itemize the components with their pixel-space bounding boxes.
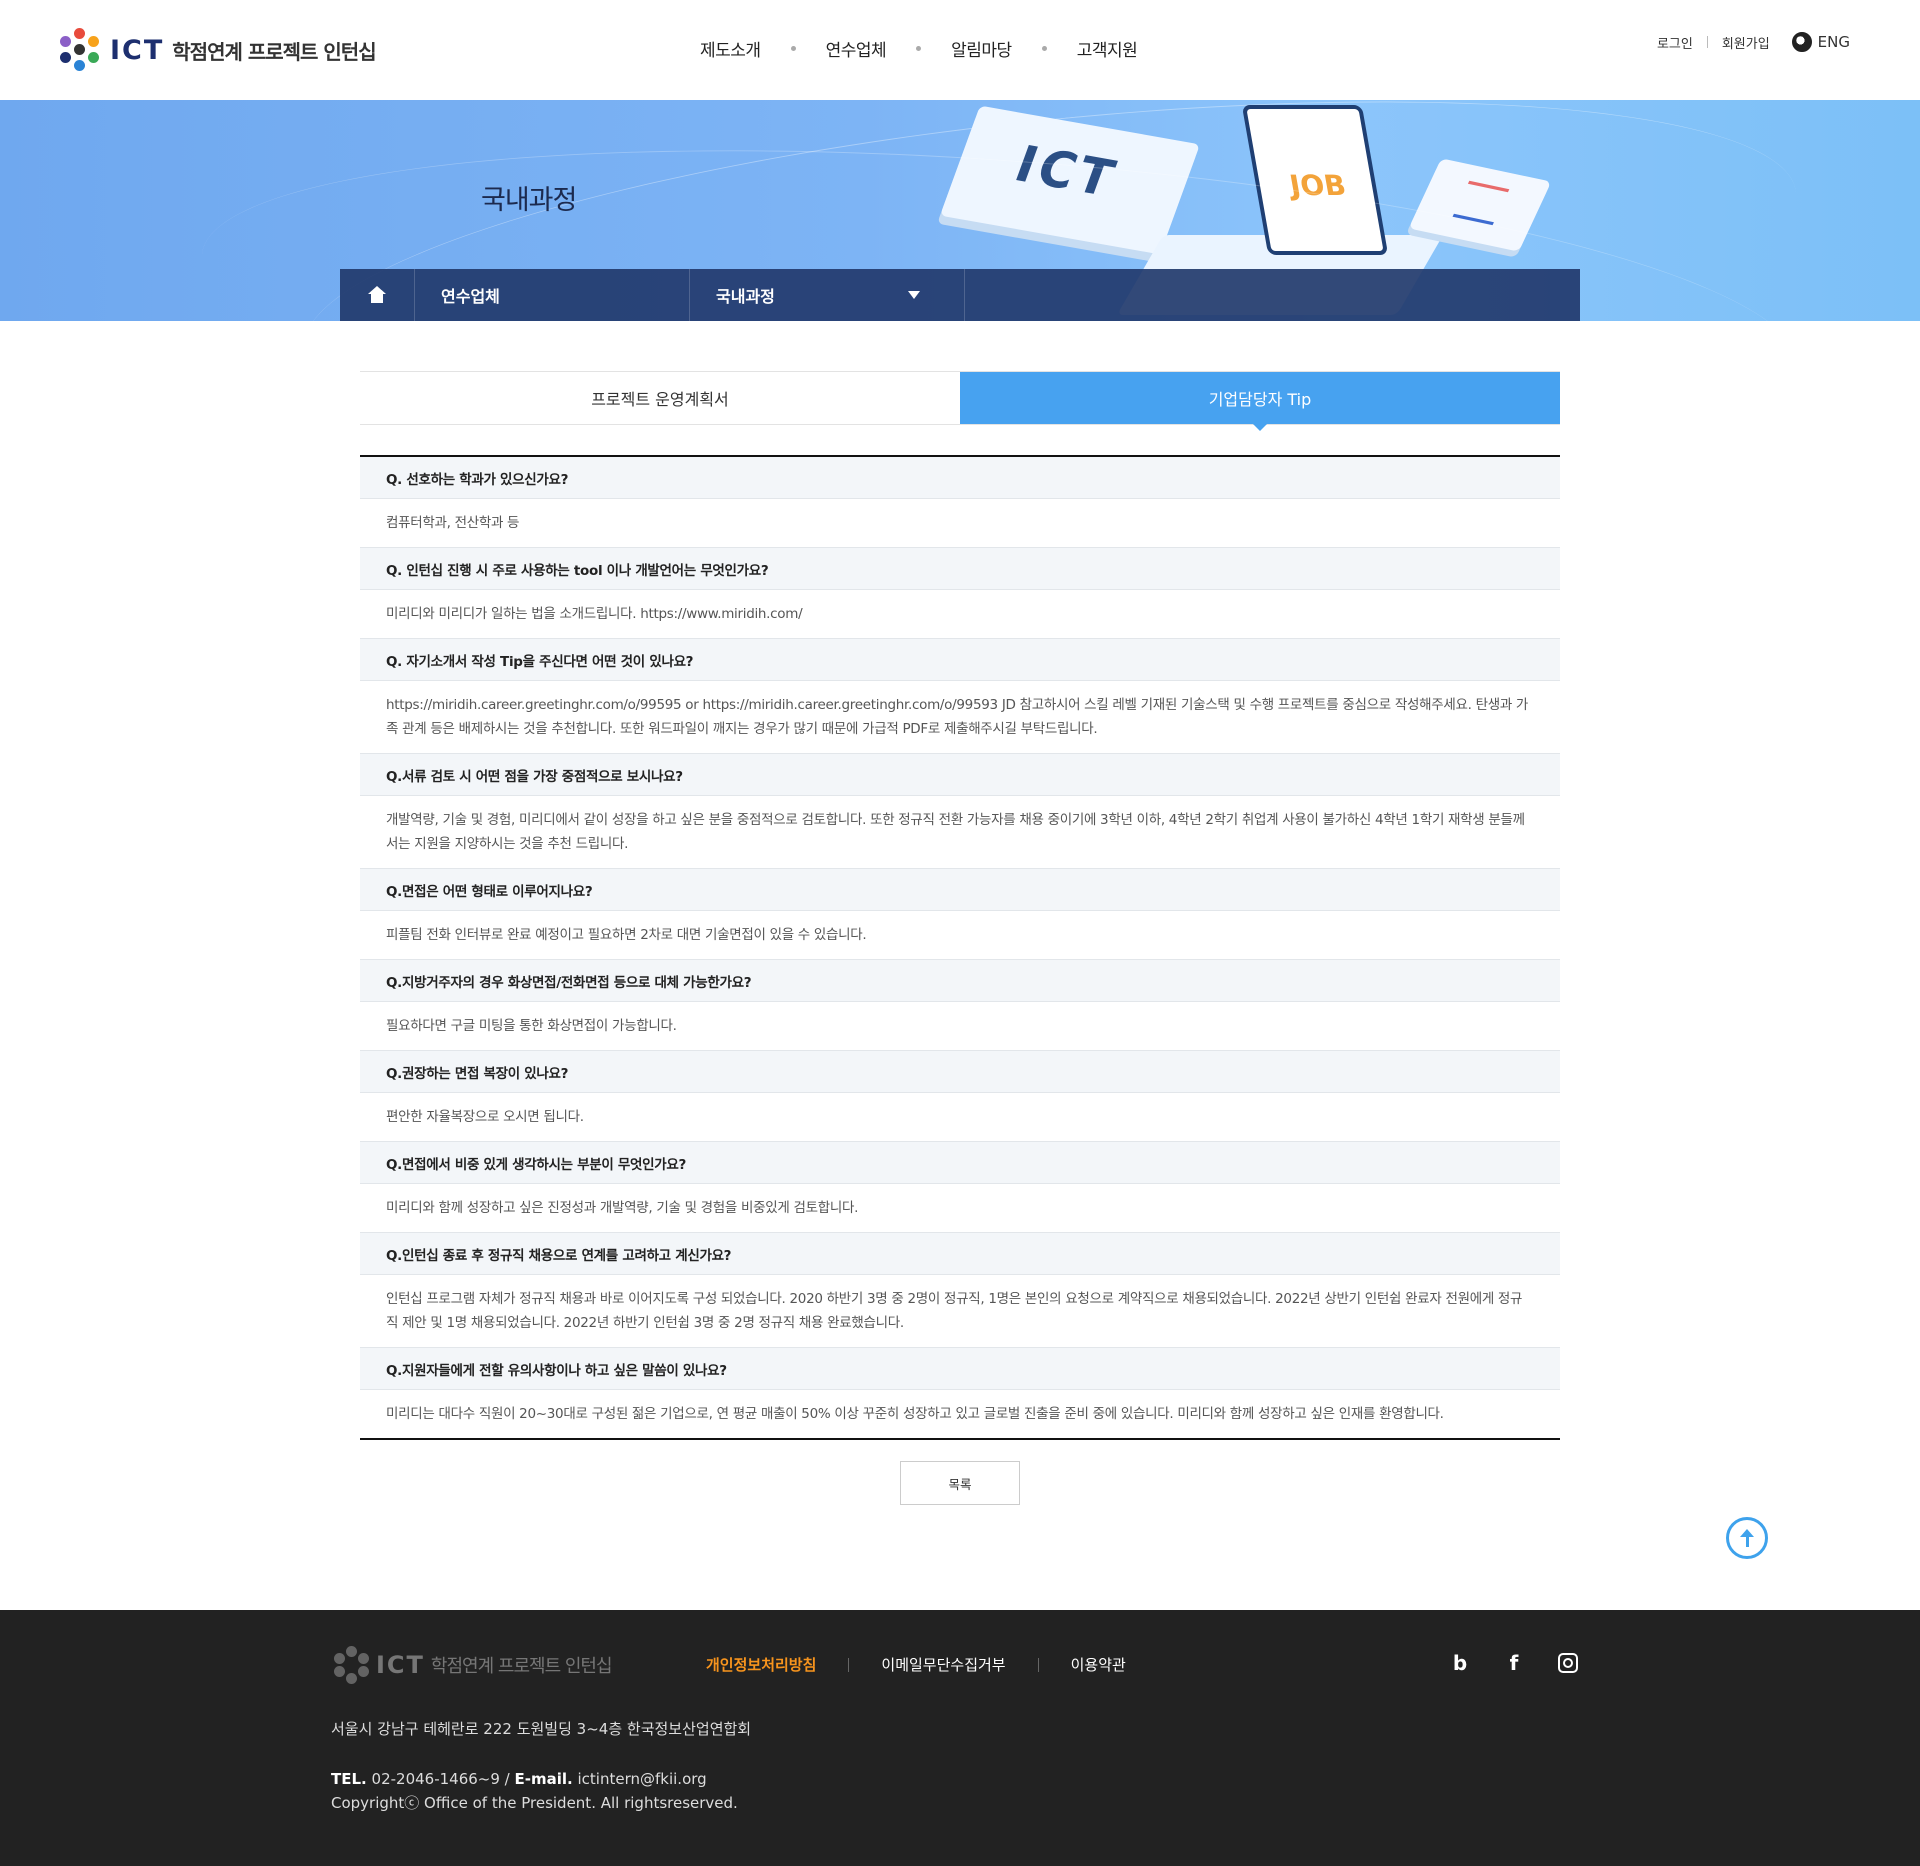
faq-answer: 개발역량, 기술 및 경험, 미리디에서 같이 성장을 하고 싶은 분을 중점적…	[360, 796, 1560, 869]
facebook-icon[interactable]: f	[1504, 1653, 1524, 1673]
faq-question: Q. 자기소개서 작성 Tip을 주신다면 어떤 것이 있나요?	[360, 639, 1560, 681]
faq-question: Q.면접은 어떤 형태로 이루어지나요?	[360, 869, 1560, 911]
faq-question: Q.인턴십 종료 후 정규직 채용으로 연계를 고려하고 계신가요?	[360, 1233, 1560, 1275]
breadcrumb-home[interactable]	[340, 269, 415, 321]
faq-answer: 인턴십 프로그램 자체가 정규직 채용과 바로 이어지도록 구성 되었습니다. …	[360, 1275, 1560, 1348]
footer-link-terms[interactable]: 이용약관	[1071, 1654, 1126, 1675]
nav-item-system[interactable]: 제도소개	[700, 36, 761, 61]
utility-menu: 로그인 회원가입 ENG	[1657, 32, 1850, 52]
laptop-illustration: JOB	[1241, 105, 1389, 255]
list-button[interactable]: 목록	[900, 1461, 1020, 1505]
social-links: b f	[1450, 1653, 1578, 1673]
tab-operation-plan[interactable]: 프로젝트 운영계획서	[360, 372, 960, 424]
breadcrumb-level1[interactable]: 연수업체	[415, 269, 690, 321]
sub-banner: 국내과정 ICT JOB 연수업체 국내과정	[0, 100, 1920, 321]
footer-links: 개인정보처리방침 이메일무단수집거부 이용약관	[706, 1654, 1126, 1675]
nav-separator-dot	[790, 46, 796, 51]
faq-answer: 필요하다면 구글 미팅을 통한 화상면접이 가능합니다.	[360, 1002, 1560, 1051]
faq-question: Q.지방거주자의 경우 화상면접/전화면접 등으로 대체 가능한가요?	[360, 960, 1560, 1002]
utility-separator	[1706, 36, 1708, 48]
faq-answer: 컴퓨터학과, 전산학과 등	[360, 499, 1560, 548]
breadcrumb-level2-dropdown[interactable]: 국내과정	[690, 269, 965, 321]
arrow-up-icon	[1740, 1529, 1754, 1547]
breadcrumb-level1-label: 연수업체	[441, 287, 500, 306]
footer-email-label: E-mail.	[514, 1770, 573, 1788]
login-link[interactable]: 로그인	[1657, 33, 1693, 52]
footer-link-email-refusal[interactable]: 이메일무단수집거부	[881, 1654, 1005, 1675]
faq-answer: https://miridih.career.greetinghr.com/o/…	[360, 681, 1560, 754]
footer-contact-line: TEL. 02-2046-1466~9 / E-mail. ictintern@…	[331, 1767, 738, 1791]
site-logo[interactable]: ICT 학점연계 프로젝트 인턴십	[58, 28, 377, 72]
footer-tel: 02-2046-1466~9 /	[371, 1770, 510, 1788]
job-illustration-text: JOB	[1287, 169, 1349, 202]
faq-answer: 미리디는 대다수 직원이 20~30대로 구성된 젊은 기업으로, 연 평균 매…	[386, 1406, 1444, 1422]
language-switch[interactable]: ENG	[1791, 32, 1850, 52]
nav-item-notice[interactable]: 알림마당	[951, 36, 1012, 61]
faq-answer: 미리디와 함께 성장하고 싶은 진정성과 개발역량, 기술 및 경험을 비중있게…	[360, 1184, 1560, 1233]
faq-answer: 편안한 자율복장으로 오시면 됩니다.	[360, 1093, 1560, 1142]
footer-address: 서울시 강남구 테헤란로 222 도원빌딩 3~4층 한국정보산업연합회	[331, 1720, 752, 1738]
site-header: ICT 학점연계 프로젝트 인턴십 제도소개 연수업체 알림마당 고객지원 로그…	[0, 0, 1920, 100]
laptop-base-illustration	[1116, 235, 1444, 315]
breadcrumb-level2-label: 국내과정	[716, 287, 775, 306]
footer-link-separator	[1037, 1657, 1039, 1672]
instagram-icon[interactable]	[1558, 1653, 1578, 1673]
main-nav: 제도소개 연수업체 알림마당 고객지원	[700, 36, 1138, 61]
tab-company-tip[interactable]: 기업담당자 Tip	[960, 372, 1560, 431]
logo-ict-text: ICT	[110, 34, 165, 66]
breadcrumb: 연수업체 국내과정	[340, 269, 1580, 321]
faq-question: Q.면접에서 비중 있게 생각하시는 부분이 무엇인가요?	[360, 1142, 1560, 1184]
home-icon	[367, 286, 387, 304]
faq-answer: 피플팀 전화 인터뷰로 완료 예정이고 필요하면 2차로 대면 기술면접이 있을…	[360, 911, 1560, 960]
faq-answer: 미리디와 미리디가 일하는 법을 소개드립니다. https://www.mir…	[360, 590, 1560, 639]
ict-illustration-text: ICT	[1007, 135, 1126, 209]
nav-item-companies[interactable]: 연수업체	[826, 36, 887, 61]
document-illustration	[1408, 158, 1552, 252]
blog-icon[interactable]: b	[1450, 1653, 1470, 1673]
page-title: 국내과정	[481, 185, 577, 216]
globe-icon	[1791, 32, 1812, 52]
logo-mark-icon	[58, 28, 102, 72]
footer-logo-mark-icon	[332, 1646, 370, 1684]
language-label: ENG	[1817, 33, 1850, 51]
faq-question: Q.지원자들에게 전할 유의사항이나 하고 싶은 말씀이 있나요?	[360, 1348, 1560, 1390]
faq-list: Q. 선호하는 학과가 있으신가요? 컴퓨터학과, 전산학과 등 Q. 인턴십 진행…	[360, 455, 1560, 1440]
logo-title-text: 학점연계 프로젝트 인턴십	[172, 39, 376, 64]
footer-link-privacy[interactable]: 개인정보처리방침	[706, 1654, 816, 1675]
site-footer: ICT 학점연계 프로젝트 인턴십 개인정보처리방침 이메일무단수집거부 이용약…	[0, 1610, 1920, 1866]
faq-question: Q.서류 검토 시 어떤 점을 가장 중점적으로 보시나요?	[360, 754, 1560, 796]
footer-logo-ict-text: ICT	[376, 1651, 425, 1679]
signup-link[interactable]: 회원가입	[1722, 33, 1770, 52]
footer-logo: ICT 학점연계 프로젝트 인턴십	[332, 1646, 613, 1684]
nav-item-support[interactable]: 고객지원	[1077, 36, 1138, 61]
ict-block-illustration: ICT	[939, 105, 1201, 255]
content-tabs: 프로젝트 운영계획서 기업담당자 Tip	[360, 371, 1560, 431]
footer-tel-label: TEL.	[331, 1770, 367, 1788]
scroll-top-button[interactable]	[1726, 1517, 1768, 1559]
footer-logo-title-text: 학점연계 프로젝트 인턴십	[430, 1656, 613, 1677]
main-content: 프로젝트 운영계획서 기업담당자 Tip Q. 선호하는 학과가 있으신가요? 컴…	[360, 371, 1560, 1505]
footer-link-separator	[848, 1657, 850, 1672]
chevron-down-icon	[908, 291, 920, 299]
faq-question: Q. 선호하는 학과가 있으신가요?	[360, 457, 1560, 499]
faq-question: Q.권장하는 면접 복장이 있나요?	[360, 1051, 1560, 1093]
footer-copyright: Copyrightⓒ Office of the President. All …	[331, 1794, 738, 1812]
footer-contact: TEL. 02-2046-1466~9 / E-mail. ictintern@…	[331, 1767, 738, 1815]
nav-separator-dot	[916, 46, 922, 51]
faq-question: Q. 인턴십 진행 시 주로 사용하는 tool 이나 개발언어는 무엇인가요?	[360, 548, 1560, 590]
footer-email: ictintern@fkii.org	[577, 1770, 707, 1788]
nav-separator-dot	[1041, 46, 1047, 51]
